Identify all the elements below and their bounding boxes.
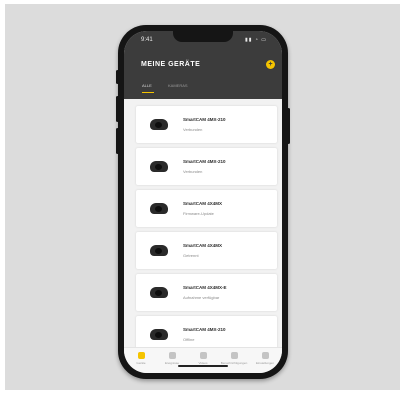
plus-icon: + — [268, 61, 273, 68]
app-header: 9:41 ▮▮ ◔ ▭ MEINE GERÄTE + ALLE KAMERAS — [124, 31, 282, 99]
device-name: SmartCAM 4MX-210 — [183, 117, 226, 122]
device-status: Getrennt — [183, 253, 199, 258]
device-name: SmartCAM 4X4MX — [183, 243, 223, 248]
nav-label: Einstellungen — [255, 361, 274, 365]
device-card[interactable]: SmartCAM 4X4MX Firmware-Update — [136, 190, 277, 227]
phone-side-button — [116, 96, 119, 122]
page-title: MEINE GERÄTE — [141, 61, 201, 68]
nav-item-videos[interactable]: Videos — [188, 352, 218, 365]
device-card[interactable]: SmartCAM 4X4MX-E Aufnahme verfügbar — [136, 274, 277, 311]
camera-icon — [149, 327, 169, 342]
phone-side-button — [116, 128, 119, 154]
camera-icon — [149, 201, 169, 216]
device-name: SmartCAM 4X4MX-E — [183, 285, 227, 290]
nav-item-events[interactable]: Ereignisse — [157, 352, 187, 365]
events-icon — [168, 352, 176, 359]
phone-power-button — [287, 108, 290, 144]
camera-icon — [149, 117, 169, 132]
device-card[interactable]: SmartCAM 4MX-210 Verbunden — [136, 106, 277, 143]
nav-item-notifications[interactable]: Benachrichtigungen — [219, 352, 249, 365]
bottom-navigation: Geräte Ereignisse Videos Benachrichtigun… — [124, 347, 282, 373]
home-indicator — [178, 365, 228, 367]
home-icon — [137, 352, 145, 359]
device-status: Offline — [183, 337, 195, 342]
status-time: 9:41 — [141, 37, 153, 43]
device-name: SmartCAM 4MX-210 — [183, 327, 226, 332]
device-name: SmartCAM 4X4MX — [183, 201, 223, 206]
camera-icon — [149, 243, 169, 258]
add-device-button[interactable]: + — [266, 60, 275, 69]
device-status: Verbunden — [183, 127, 203, 132]
gear-icon — [261, 352, 269, 359]
device-card[interactable]: SmartCAM 4MX-210 Verbunden — [136, 148, 277, 185]
nav-item-devices[interactable]: Geräte — [126, 352, 156, 365]
active-tab-indicator — [142, 92, 154, 93]
video-icon — [199, 352, 207, 359]
camera-icon — [149, 159, 169, 174]
nav-label: Geräte — [136, 361, 146, 365]
device-status: Aufnahme verfügbar — [183, 295, 220, 300]
phone-side-button — [116, 70, 119, 84]
device-name: SmartCAM 4MX-210 — [183, 159, 226, 164]
device-card[interactable]: SmartCAM 4X4MX Getrennt — [136, 232, 277, 269]
device-status: Firmware-Update — [183, 211, 214, 216]
app-screen: 9:41 ▮▮ ◔ ▭ MEINE GERÄTE + ALLE KAMERAS … — [124, 31, 282, 373]
bell-icon — [230, 352, 238, 359]
tab-all[interactable]: ALLE — [142, 83, 152, 88]
phone-notch — [173, 31, 233, 42]
nav-item-settings[interactable]: Einstellungen — [250, 352, 280, 365]
status-icons: ▮▮ ◔ ▭ — [244, 37, 267, 43]
device-status: Verbunden — [183, 169, 203, 174]
tab-cameras[interactable]: KAMERAS — [168, 83, 188, 88]
camera-icon — [149, 285, 169, 300]
